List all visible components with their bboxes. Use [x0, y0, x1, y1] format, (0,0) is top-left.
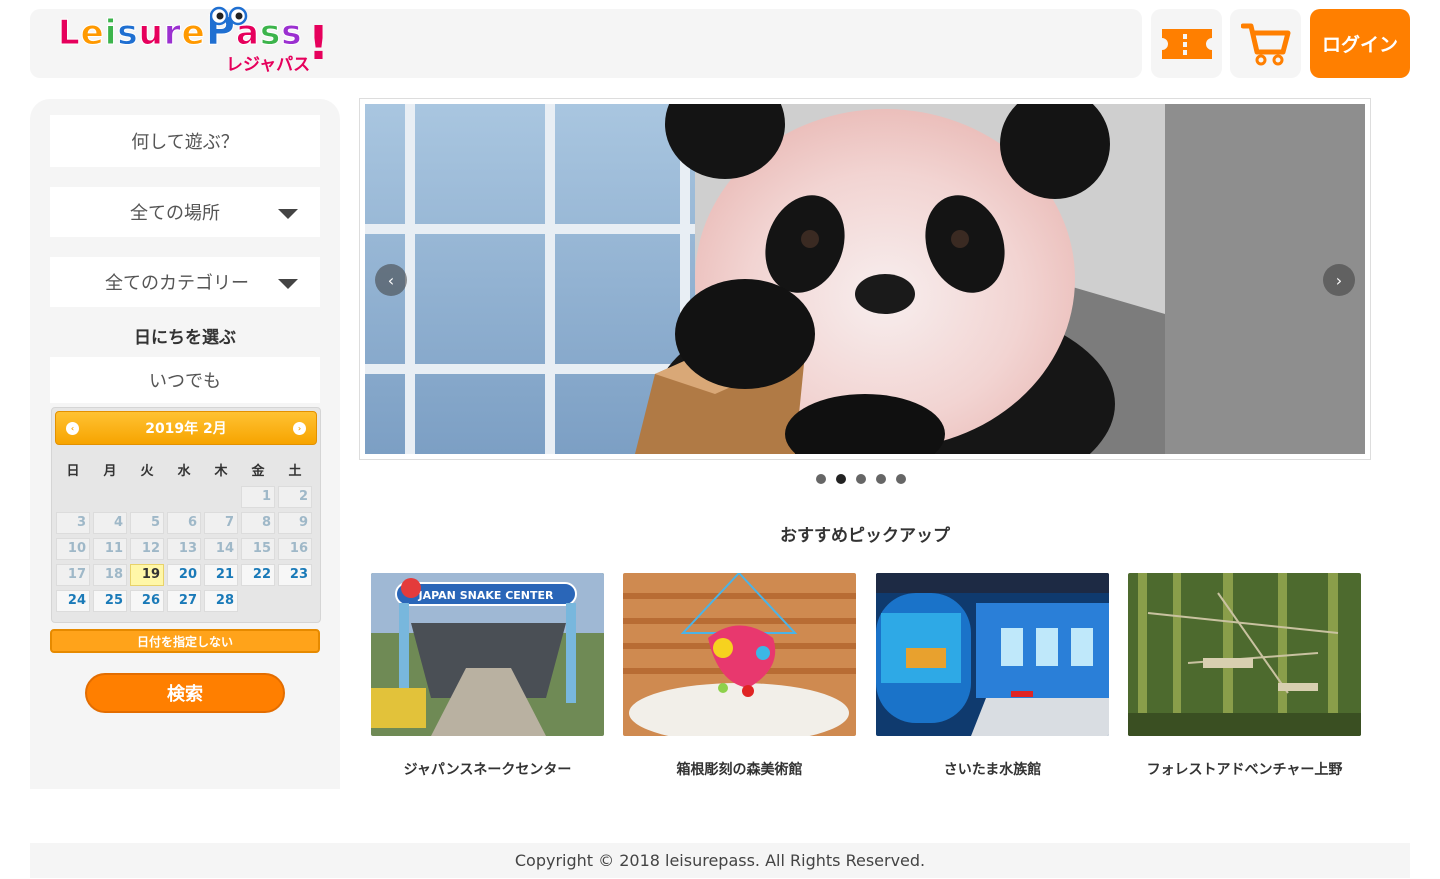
pickup-heading: おすすめピックアップ	[780, 526, 950, 546]
calendar-day[interactable]: 28	[204, 590, 238, 612]
calendar-day-disabled: 11	[93, 538, 127, 560]
calendar-day-disabled: 14	[204, 538, 238, 560]
calendar-prev-icon[interactable]: ‹	[66, 422, 79, 435]
ticket-icon	[1161, 28, 1212, 59]
calendar-day-today[interactable]: 19	[130, 564, 164, 586]
pickup-card-image: JAPAN SNAKE CENTER	[371, 573, 604, 736]
calendar-day[interactable]: 21	[204, 564, 238, 586]
calendar-day-disabled: 4	[93, 512, 127, 534]
calendar-day-disabled: 18	[93, 564, 127, 586]
calendar-day[interactable]: 27	[167, 590, 201, 612]
calendar-day[interactable]: 20	[167, 564, 201, 586]
no-date-button[interactable]: 日付を指定しない	[50, 629, 320, 653]
carousel-dots	[816, 474, 906, 484]
carousel-dot-active[interactable]	[836, 474, 846, 484]
pickup-card-image	[623, 573, 856, 736]
calendar-weekday: 水	[177, 464, 191, 479]
logo[interactable]: LeisurePass レジャパス !	[58, 6, 329, 75]
calendar-day-disabled: 1	[241, 486, 275, 508]
hero-slide-image[interactable]	[365, 104, 1365, 454]
calendar-month-title: 2019年 2月	[145, 421, 227, 437]
calendar-next-icon[interactable]: ›	[293, 422, 306, 435]
place-select[interactable]: 全ての場所	[50, 187, 320, 237]
calendar-day-disabled: 16	[278, 538, 312, 560]
carousel-next-button[interactable]: ›	[1323, 264, 1355, 296]
calendar-day-disabled: 10	[56, 538, 90, 560]
calendar-day-disabled: 12	[130, 538, 164, 560]
calendar-day[interactable]: 24	[56, 590, 90, 612]
calendar-day-disabled: 5	[130, 512, 164, 534]
calendar-day[interactable]: 23	[278, 564, 312, 586]
carousel-prev-button[interactable]: ‹	[375, 264, 407, 296]
calendar-day-disabled: 2	[278, 486, 312, 508]
pickup-card[interactable]: さいたま水族館	[876, 573, 1109, 779]
calendar-day[interactable]: 25	[93, 590, 127, 612]
calendar-day-disabled: 15	[241, 538, 275, 560]
calendar-weekday: 日	[66, 464, 80, 479]
panda-photo	[365, 104, 1365, 454]
calendar-weekday: 月	[103, 464, 117, 479]
pickup-card-image	[876, 573, 1109, 736]
pickup-card-image	[1128, 573, 1361, 736]
logo-exclamation: !	[308, 16, 329, 70]
calendar-day[interactable]: 26	[130, 590, 164, 612]
calendar-day-disabled: 6	[167, 512, 201, 534]
calendar-day-disabled: 3	[56, 512, 90, 534]
cart-icon	[1240, 23, 1290, 65]
calendar-weekday: 火	[140, 464, 154, 479]
calendar-day-disabled: 9	[278, 512, 312, 534]
search-sidebar: 何して遊ぶ？ 全ての場所 全てのカテゴリー 日にちを選ぶ いつでも ‹ 2019…	[30, 99, 340, 789]
carousel-dot[interactable]	[896, 474, 906, 484]
calendar-day-disabled: 8	[241, 512, 275, 534]
pickup-card-title: ジャパンスネークセンター	[403, 762, 572, 778]
date-heading: 日にちを選ぶ	[134, 328, 236, 348]
logo-wordmark: LeisurePass	[58, 8, 303, 55]
login-button[interactable]: ログイン	[1310, 9, 1410, 78]
snake-center-sign: JAPAN SNAKE CENTER	[418, 589, 555, 602]
logo-eyes-icon	[210, 6, 248, 26]
calendar-weekday: 土	[288, 464, 302, 479]
calendar-weekday: 木	[214, 464, 228, 479]
calendar-day-disabled: 13	[167, 538, 201, 560]
search-button[interactable]: 検索	[85, 673, 285, 713]
pickup-card-title: さいたま水族館	[943, 762, 1042, 778]
cart-button[interactable]	[1230, 9, 1301, 78]
chevron-down-icon	[278, 279, 298, 289]
pickup-card[interactable]: 箱根彫刻の森美術館	[623, 573, 856, 779]
footer: Copyright © 2018 leisurepass. All Rights…	[30, 843, 1410, 878]
date-picker-calendar: ‹ 2019年 2月 › 日月火水木金土 1 2 3 4 5 6 7 8 9 10 11 12 13 14 1…	[51, 407, 321, 623]
pickup-card[interactable]: JAPAN SNAKE CENTER ジャパンスネークセンター	[371, 573, 604, 779]
pickup-card[interactable]: フォレストアドベンチャー上野	[1128, 573, 1361, 779]
place-select-label: 全ての場所	[130, 203, 220, 224]
activity-search-input[interactable]: 何して遊ぶ？	[50, 115, 320, 167]
calendar-day[interactable]: 22	[241, 564, 275, 586]
ticket-button[interactable]	[1151, 9, 1222, 78]
hero-carousel: ‹ ›	[359, 98, 1371, 460]
carousel-dot[interactable]	[816, 474, 826, 484]
carousel-dot[interactable]	[856, 474, 866, 484]
pickup-card-title: フォレストアドベンチャー上野	[1146, 762, 1343, 778]
calendar-header: ‹ 2019年 2月 ›	[55, 411, 317, 445]
pickup-card-title: 箱根彫刻の森美術館	[676, 762, 803, 778]
category-select-label: 全てのカテゴリー	[105, 273, 249, 294]
category-select[interactable]: 全てのカテゴリー	[50, 257, 320, 307]
calendar-day-disabled: 17	[56, 564, 90, 586]
calendar-day-disabled: 7	[204, 512, 238, 534]
date-input[interactable]: いつでも	[50, 357, 320, 403]
calendar-weekday: 金	[251, 464, 265, 479]
carousel-dot[interactable]	[876, 474, 886, 484]
logo-subtitle: レジャパス	[226, 55, 311, 75]
copyright-text: Copyright © 2018 leisurepass. All Rights…	[514, 851, 926, 870]
chevron-down-icon	[278, 209, 298, 219]
